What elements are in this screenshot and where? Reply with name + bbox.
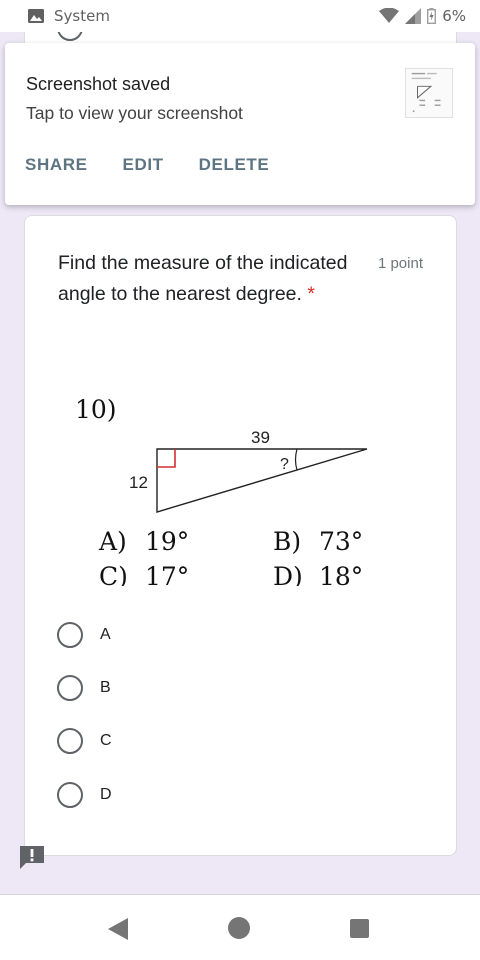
screenshot-thumbnail[interactable]: [405, 68, 453, 118]
choice-a-value: 19°: [145, 527, 189, 556]
figure-problem-number: 10): [75, 395, 117, 424]
figure-angle-marker: ?: [280, 456, 289, 473]
option-a-radio[interactable]: [57, 622, 83, 648]
option-d[interactable]: D: [57, 780, 357, 810]
choice-a-letter: A): [98, 527, 127, 556]
option-b[interactable]: B: [57, 673, 357, 703]
status-bar: System 6%: [0, 0, 480, 32]
figure-side-top: 39: [251, 428, 270, 447]
figure-side-left: 12: [129, 473, 148, 492]
option-c[interactable]: C: [57, 726, 357, 756]
image-icon: [28, 9, 44, 23]
option-a-label: A: [100, 626, 111, 643]
option-b-label: B: [100, 679, 111, 696]
option-a[interactable]: A: [57, 620, 357, 650]
figure-triangle: [156, 448, 368, 513]
question-title: Find the measure of the indicated angle …: [58, 248, 358, 310]
status-app-name: System: [54, 7, 110, 25]
option-b-radio[interactable]: [57, 675, 83, 701]
delete-button[interactable]: DELETE: [199, 155, 270, 175]
choice-c-value: 17°: [145, 562, 189, 586]
figure-right-angle-mark: [157, 449, 176, 468]
feedback-icon[interactable]: [18, 844, 46, 870]
notification-title: Screenshot saved: [26, 74, 171, 94]
figure-angle-arc: [294, 448, 298, 471]
choice-c-letter: C): [99, 562, 128, 586]
previous-option-label: B: [100, 32, 110, 34]
status-indicators: 6%: [379, 7, 466, 25]
notification-actions: SHARE EDIT DELETE: [25, 155, 269, 175]
choice-b-value: 73°: [319, 527, 363, 556]
edit-button[interactable]: EDIT: [123, 155, 164, 175]
screenshot-notification[interactable]: Screenshot saved Tap to view your screen…: [5, 43, 475, 205]
option-c-label: C: [100, 732, 112, 749]
home-circle-icon[interactable]: [228, 917, 250, 939]
choice-d-value: 18°: [319, 562, 363, 586]
recents-square-icon[interactable]: [350, 919, 369, 938]
share-button[interactable]: SHARE: [25, 155, 88, 175]
option-d-label: D: [100, 786, 112, 803]
required-asterisk: *: [307, 283, 315, 305]
question-points: 1 point: [377, 255, 423, 272]
battery-charging-icon: [427, 8, 437, 24]
signal-icon: [405, 8, 422, 24]
question-figure: 10) ? 39 12 A) 19° B) 73° C) 17° D) 18°: [75, 395, 368, 586]
question-text: Find the measure of the indicated angle …: [58, 252, 348, 305]
wifi-icon: [379, 8, 400, 23]
option-c-radio[interactable]: [57, 728, 83, 754]
notification-subtitle: Tap to view your screenshot: [26, 103, 243, 123]
previous-option-radio[interactable]: [57, 32, 83, 41]
choice-d-letter: D): [273, 562, 303, 586]
battery-percent: 6%: [442, 7, 466, 25]
navigation-bar: [0, 894, 480, 960]
option-d-radio[interactable]: [57, 782, 83, 808]
choice-b-letter: B): [273, 527, 301, 556]
back-triangle-icon[interactable]: [107, 917, 129, 941]
question-card: Find the measure of the indicated angle …: [24, 215, 457, 856]
